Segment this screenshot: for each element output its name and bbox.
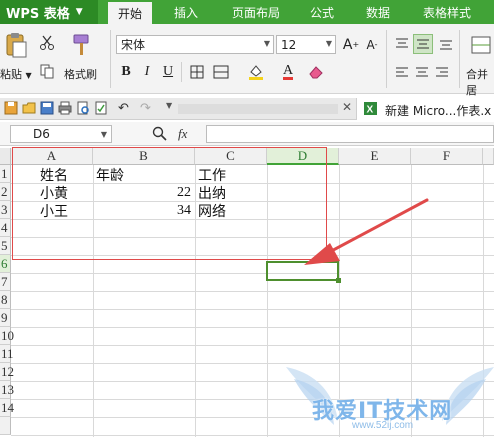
font-name-select[interactable]: 宋体 ▼ (116, 35, 274, 54)
border-icon[interactable] (186, 63, 208, 81)
format-painter-button[interactable]: 格式刷 (64, 66, 97, 82)
row-header[interactable]: 8 (0, 291, 11, 309)
app-name: WPS 表格 (6, 6, 70, 22)
chevron-down-icon: ▼ (263, 39, 270, 48)
tab-home[interactable]: 开始 (108, 0, 152, 24)
row-header[interactable]: 10 (0, 327, 14, 345)
tab-formulas[interactable]: 公式 (300, 0, 344, 24)
gridline (11, 291, 494, 292)
font-size-select[interactable]: 12 ▼ (276, 35, 336, 54)
gridline (11, 345, 494, 346)
align-right-icon[interactable] (433, 64, 451, 80)
underline-icon[interactable]: U (159, 63, 177, 81)
row-header[interactable]: 9 (0, 309, 11, 327)
paste-icon[interactable] (4, 32, 28, 60)
chevron-down-icon[interactable]: ▼ (166, 101, 176, 115)
bold-icon[interactable]: B (117, 63, 135, 81)
align-center-icon[interactable] (413, 64, 431, 80)
redo-icon[interactable]: ↷ (140, 101, 154, 116)
format-painter-icon[interactable] (70, 32, 92, 58)
increase-font-icon[interactable]: A + (342, 35, 360, 54)
paste-button[interactable]: 粘贴 ▼ (0, 66, 32, 82)
tab-page-layout[interactable]: 页面布局 (220, 0, 292, 24)
row-header[interactable]: 11 (0, 345, 14, 363)
print-preview-icon[interactable] (76, 101, 90, 115)
column-header[interactable]: F (411, 148, 483, 165)
ribbon-separator (459, 30, 460, 88)
merge-center-icon[interactable] (470, 34, 492, 56)
row-header[interactable]: 1 (0, 165, 11, 183)
chevron-down-icon: ▼ (25, 71, 32, 80)
row-header[interactable]: 3 (0, 201, 11, 219)
tab-table-style[interactable]: 表格样式 (414, 0, 480, 24)
ribbon-separator (110, 30, 111, 88)
copy-icon[interactable] (38, 62, 56, 80)
clear-format-icon[interactable] (306, 62, 326, 82)
chevron-down-icon: ▼ (100, 130, 107, 139)
row-header[interactable]: 7 (0, 273, 11, 291)
row-header[interactable]: 12 (0, 363, 14, 381)
row-header-selected[interactable]: 6 (0, 255, 11, 273)
app-menu-button[interactable]: WPS 表格 ▼ (0, 0, 98, 24)
row-header[interactable]: 13 (0, 381, 14, 399)
align-bottom-icon[interactable] (437, 36, 455, 52)
zoom-icon[interactable] (152, 126, 168, 142)
column-header[interactable] (483, 148, 494, 165)
row-header[interactable]: 14 (0, 399, 14, 417)
name-box[interactable]: D6 ▼ (10, 125, 112, 143)
chevron-down-icon: ▼ (75, 7, 83, 17)
ribbon-separator (181, 62, 182, 82)
gridline (11, 309, 494, 310)
save-disk-icon[interactable] (40, 101, 54, 115)
merge-cells-icon[interactable] (210, 63, 232, 81)
chevron-down-icon: ▼ (325, 39, 332, 48)
merge-center-button[interactable]: 合并居 (466, 66, 494, 98)
align-middle-icon[interactable] (413, 34, 433, 54)
align-top-icon[interactable] (393, 36, 411, 52)
italic-icon[interactable]: I (138, 63, 156, 81)
formula-input[interactable] (206, 125, 494, 143)
svg-text:X: X (367, 105, 374, 116)
font-color-icon[interactable]: A (278, 62, 298, 82)
decrease-font-icon[interactable]: A- (363, 35, 381, 54)
spell-check-icon[interactable] (94, 101, 108, 115)
annotation-box (12, 147, 327, 260)
open-folder-icon[interactable] (22, 101, 36, 115)
cut-icon[interactable] (38, 34, 56, 52)
close-icon[interactable]: ✕ (342, 100, 356, 114)
align-left-icon[interactable] (393, 64, 411, 80)
select-all-corner[interactable] (0, 148, 11, 165)
ribbon-separator (386, 30, 387, 88)
row-header[interactable]: 5 (0, 237, 11, 255)
fill-handle[interactable] (336, 278, 341, 283)
row-header[interactable]: 2 (0, 183, 11, 201)
row-header[interactable] (0, 417, 11, 435)
document-title: 新建 Micro...作表.x (385, 104, 492, 118)
excel-file-icon: X (363, 101, 378, 116)
annotation-arrow-icon (296, 195, 436, 275)
row-header[interactable]: 4 (0, 219, 11, 237)
print-icon[interactable] (58, 101, 72, 115)
fill-color-icon[interactable] (246, 62, 266, 82)
gridline (11, 327, 494, 328)
undo-icon[interactable]: ↶ (118, 101, 132, 116)
document-tab[interactable]: X 新建 Micro...作表.x (356, 98, 494, 120)
tab-insert[interactable]: 插入 (164, 0, 208, 24)
column-header[interactable]: E (339, 148, 411, 165)
save-icon[interactable] (4, 101, 18, 115)
tab-data[interactable]: 数据 (356, 0, 400, 24)
fx-icon[interactable]: fx (178, 126, 187, 142)
watermark-url: www.52ij.com (352, 420, 414, 431)
blurred-area (178, 104, 338, 114)
